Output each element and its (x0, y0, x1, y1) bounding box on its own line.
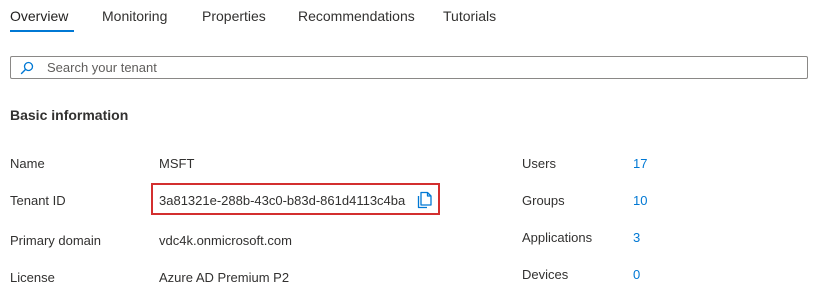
search-input[interactable] (47, 59, 787, 76)
tab-monitoring[interactable]: Monitoring (102, 7, 167, 25)
name-label: Name (10, 156, 45, 171)
name-value: MSFT (159, 156, 195, 171)
tenant-id-highlight (151, 183, 440, 215)
primary-domain-value: vdc4k.onmicrosoft.com (159, 233, 292, 248)
license-value: Azure AD Premium P2 (159, 270, 290, 285)
license-label: License (10, 270, 55, 285)
search-icon (20, 61, 34, 75)
tab-recommendations[interactable]: Recommendations (298, 7, 415, 25)
groups-count-link[interactable]: 10 (633, 193, 647, 208)
section-title: Basic information (10, 107, 129, 123)
devices-count-link[interactable]: 0 (633, 267, 640, 282)
tab-properties[interactable]: Properties (202, 7, 266, 25)
tab-tutorials[interactable]: Tutorials (443, 7, 496, 25)
search-box[interactable] (10, 56, 808, 79)
active-tab-indicator (10, 30, 74, 32)
applications-count-link[interactable]: 3 (633, 230, 640, 245)
tab-overview[interactable]: Overview (10, 7, 68, 25)
copy-icon[interactable] (417, 191, 433, 209)
devices-label: Devices (522, 267, 569, 282)
groups-label: Groups (522, 193, 565, 208)
tab-bar: Overview Monitoring Properties Recommend… (0, 0, 820, 34)
users-label: Users (522, 156, 556, 171)
tenant-id-label: Tenant ID (10, 193, 66, 208)
users-count-link[interactable]: 17 (633, 156, 647, 171)
primary-domain-label: Primary domain (10, 233, 102, 248)
applications-label: Applications (522, 230, 593, 245)
